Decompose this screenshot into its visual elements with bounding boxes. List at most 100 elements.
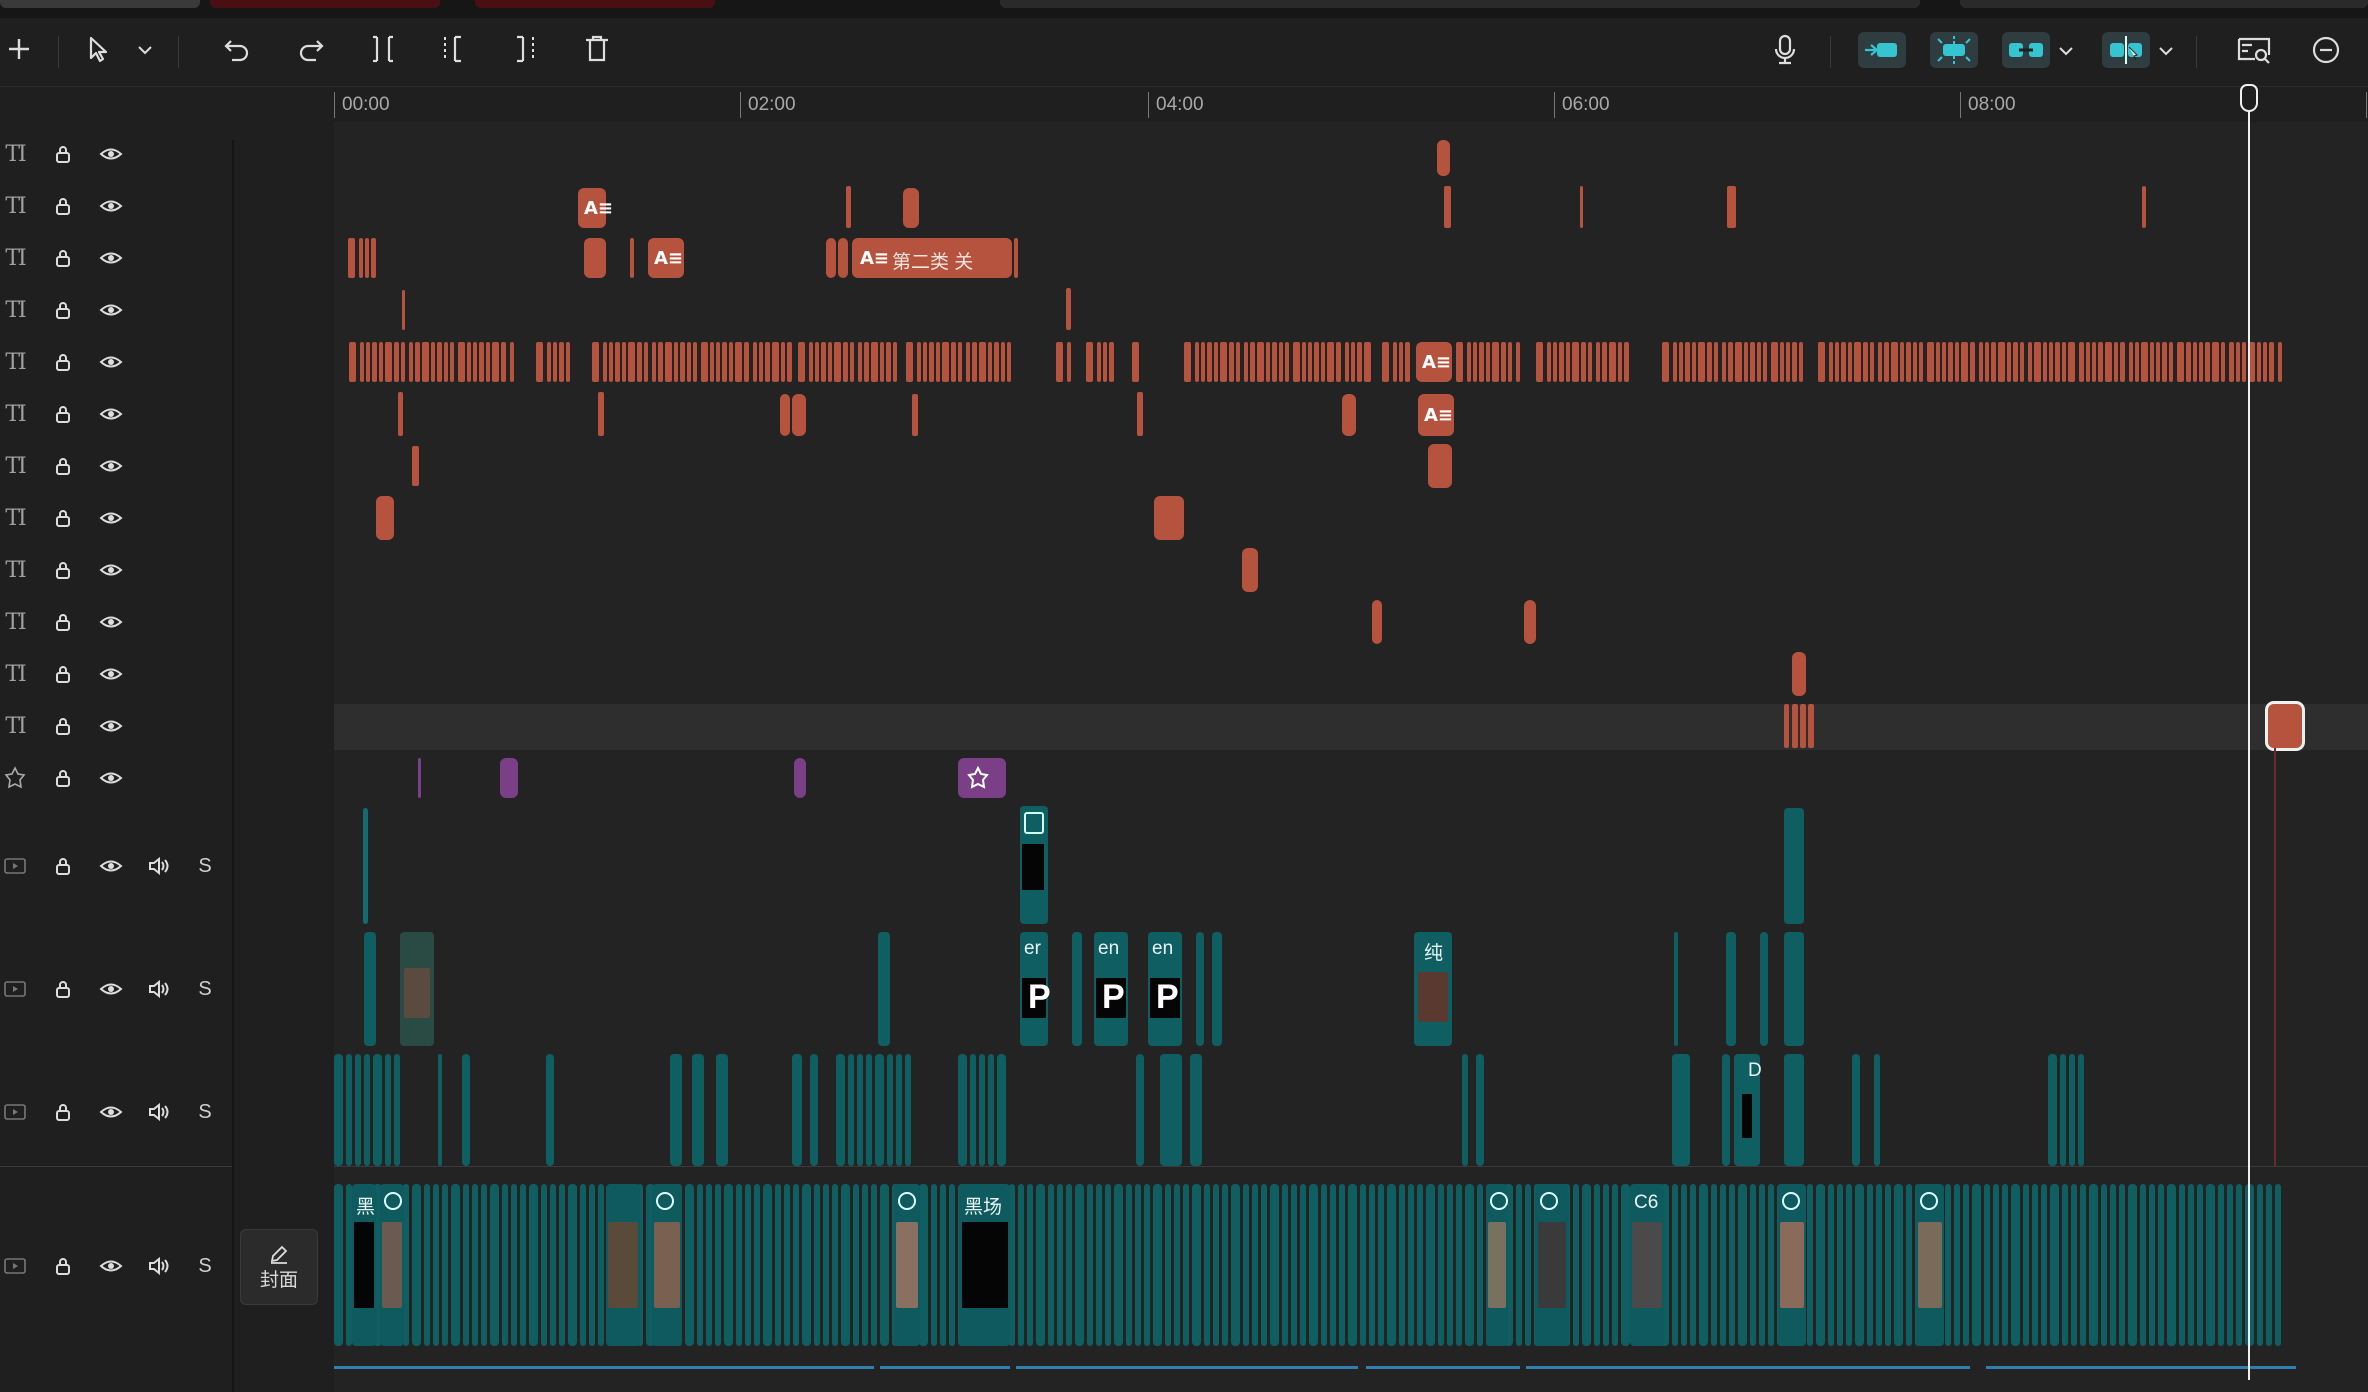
text-clip[interactable] [371,238,376,278]
text-clip[interactable] [838,238,848,278]
text-clip[interactable] [622,342,626,382]
lock-icon[interactable] [48,605,78,639]
video-clip[interactable] [1183,1184,1189,1346]
text-clip[interactable] [394,342,399,382]
video-clip[interactable] [1144,1184,1150,1346]
add-icon[interactable] [2,32,36,66]
video-clip[interactable] [775,1184,781,1346]
lock-icon[interactable] [48,553,78,587]
video-clip[interactable] [1828,1184,1834,1346]
text-clip[interactable] [644,342,648,382]
text-clip[interactable] [553,342,557,382]
text-clip[interactable] [1792,342,1797,382]
text-clip[interactable] [1714,342,1718,382]
split-icon[interactable] [364,32,402,66]
video-clip[interactable] [1462,1054,1468,1166]
microphone-icon[interactable] [1768,32,1802,68]
text-clip[interactable] [1679,342,1683,382]
text-clip[interactable] [942,342,949,382]
timeline-tracks[interactable]: A≡ A≡ A≡ 第二类 关 A≡ A≡ er Pen Pen P 纯 D 黑黑场 C6 [334,122,2368,1392]
video-clip[interactable] [1321,1184,1327,1346]
text-clip[interactable] [536,342,543,382]
main-video-clip[interactable]: C6 [1630,1184,1664,1346]
text-clip[interactable] [2086,342,2090,382]
video-clip[interactable] [1807,1184,1813,1346]
video-clip[interactable] [364,1054,370,1166]
text-clip[interactable] [1808,704,1814,748]
video-clip[interactable]: er P [1020,932,1051,1046]
text-clip[interactable] [1547,342,1551,382]
video-clip[interactable] [346,1054,352,1166]
text-clip[interactable] [2062,342,2066,382]
text-clip[interactable] [2129,342,2133,382]
video-clip[interactable] [979,1054,985,1166]
text-clip[interactable] [886,342,891,382]
text-clip[interactable] [658,342,663,382]
video-clip[interactable] [2023,1184,2029,1346]
video-clip[interactable] [1906,1184,1912,1346]
video-clip[interactable] [793,1184,799,1346]
text-clip[interactable]: A≡ [1418,394,1454,436]
text-clip[interactable] [630,238,634,278]
text-clip[interactable] [598,392,604,436]
video-clip[interactable] [724,1184,733,1346]
text-clip[interactable] [780,394,790,436]
video-clip[interactable] [1339,1184,1345,1346]
text-clip[interactable] [349,342,356,382]
lock-icon[interactable] [48,657,78,691]
video-clip[interactable] [463,1184,469,1346]
text-clip[interactable] [467,342,471,382]
video-clip[interactable] [1720,1184,1726,1346]
visibility-eye-icon[interactable] [94,189,128,223]
text-clip[interactable] [2162,342,2167,382]
video-clip[interactable] [887,1054,893,1166]
video-clip[interactable] [363,808,368,924]
text-clip[interactable] [1492,342,1499,382]
text-clip[interactable] [1707,342,1712,382]
video-clip[interactable] [502,1184,508,1346]
video-clip[interactable] [1722,1054,1730,1166]
text-clip[interactable] [951,342,956,382]
text-clip[interactable] [1257,342,1264,382]
visibility-eye-icon[interactable] [94,397,128,431]
text-clip[interactable] [966,342,970,382]
lock-icon[interactable] [48,345,78,379]
video-clip[interactable]: 纯 [1414,932,1452,1046]
video-clip[interactable] [334,1054,343,1166]
text-clip[interactable] [1285,342,1289,382]
video-clip[interactable] [385,1054,391,1166]
text-clip[interactable] [2141,342,2148,382]
video-clip[interactable] [520,1184,526,1346]
video-clip[interactable] [2089,1184,2098,1346]
text-clip[interactable] [444,342,448,382]
text-clip[interactable] [1007,342,1011,382]
text-clip[interactable] [912,394,918,436]
text-clip[interactable] [1900,342,1904,382]
video-clip[interactable] [2218,1184,2224,1346]
video-clip[interactable] [1594,1184,1600,1346]
text-clip[interactable] [2049,342,2053,382]
text-clip[interactable] [437,342,442,382]
video-clip[interactable] [810,1054,818,1166]
video-clip[interactable] [697,1184,703,1346]
text-clip[interactable] [834,342,841,382]
video-clip[interactable] [1681,1184,1687,1346]
video-clip[interactable] [670,1054,682,1166]
video-clip[interactable] [1885,1184,1891,1346]
text-clip[interactable] [1841,342,1846,382]
text-clip[interactable]: A≡ 第二类 关 [852,238,1012,278]
video-clip[interactable] [1855,1184,1864,1346]
text-clip[interactable] [2212,342,2219,382]
text-clip[interactable] [1086,342,1093,382]
video-clip[interactable] [1621,1184,1630,1346]
text-clip[interactable] [592,342,599,382]
text-clip[interactable] [772,342,779,382]
video-clip[interactable] [1192,1184,1201,1346]
text-clip[interactable] [693,342,697,382]
text-clip[interactable] [2120,342,2125,382]
text-clip[interactable] [2269,342,2274,382]
text-clip[interactable] [2020,342,2024,382]
video-clip[interactable] [875,1054,884,1166]
video-clip[interactable] [1282,1184,1288,1346]
text-clip[interactable] [787,342,792,382]
